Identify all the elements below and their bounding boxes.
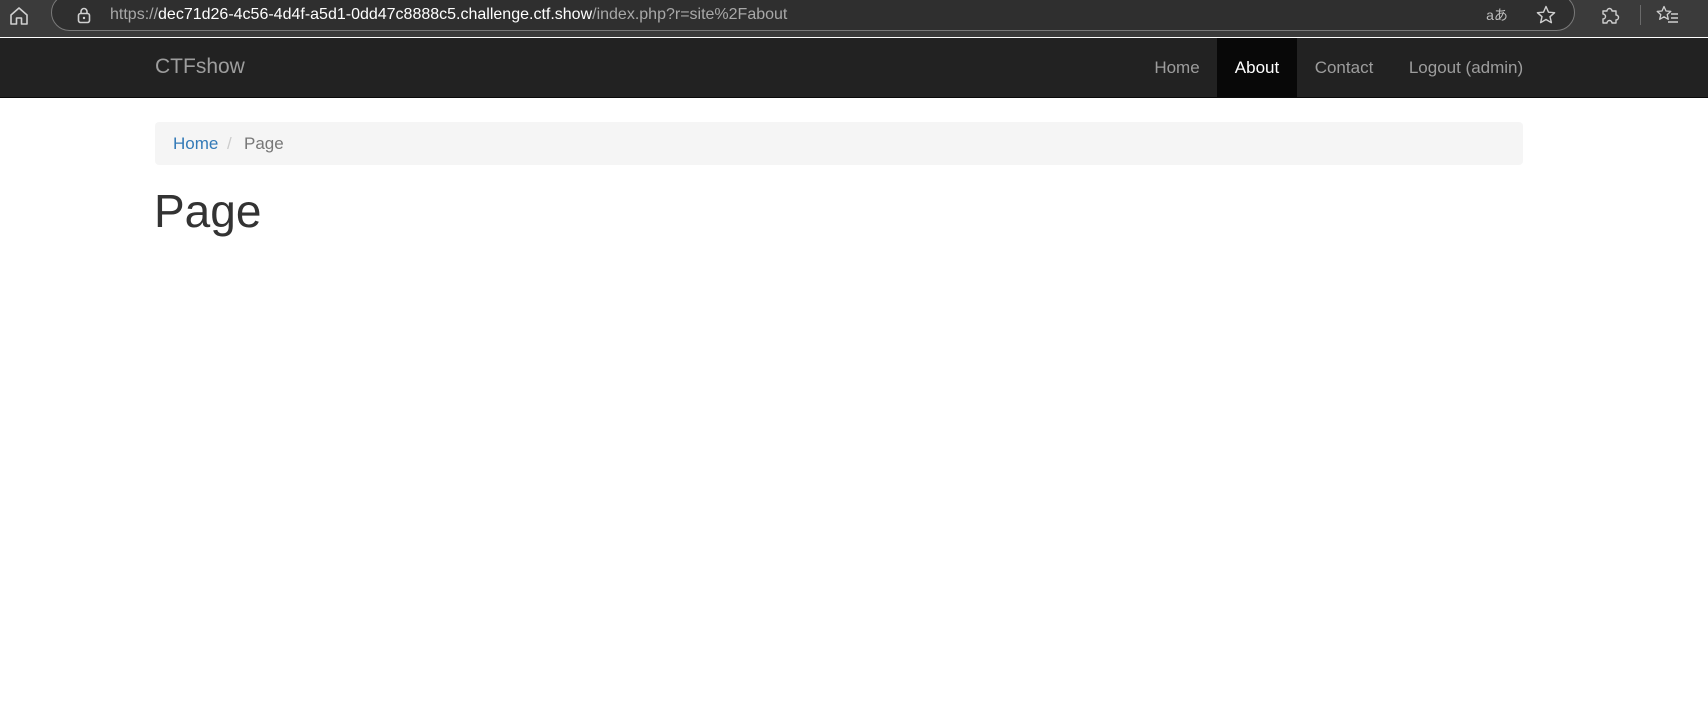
address-bar[interactable]: https://dec71d26-4c56-4d4f-a5d1-0dd47c88… (51, 0, 1575, 31)
breadcrumb-separator: / (227, 134, 232, 153)
translate-icon[interactable]: aあ (1484, 3, 1510, 27)
lock-icon[interactable] (75, 6, 93, 24)
home-icon[interactable] (4, 2, 34, 30)
page-title: Page (154, 185, 262, 237)
star-icon[interactable] (1533, 3, 1559, 27)
nav-about[interactable]: About (1217, 38, 1297, 97)
nav-home[interactable]: Home (1138, 38, 1216, 97)
url-scheme: https:// (110, 6, 159, 23)
brand-link[interactable]: CTFshow (155, 55, 245, 79)
browser-toolbar: https://dec71d26-4c56-4d4f-a5d1-0dd47c88… (0, 0, 1708, 37)
url-host: dec71d26-4c56-4d4f-a5d1-0dd47c8888c5.cha… (158, 6, 593, 23)
url-text[interactable]: https://dec71d26-4c56-4d4f-a5d1-0dd47c88… (110, 5, 787, 25)
favorites-icon[interactable] (1654, 3, 1680, 27)
extensions-icon[interactable] (1597, 3, 1623, 27)
breadcrumb-home-link[interactable]: Home (173, 134, 218, 154)
translate-label: aあ (1486, 7, 1508, 23)
nav-contact[interactable]: Contact (1298, 38, 1390, 97)
breadcrumb-current: Page (244, 134, 284, 153)
site-navbar: CTFshow Home About Contact Logout (admin… (0, 38, 1708, 98)
toolbar-divider (1640, 5, 1641, 25)
nav-logout[interactable]: Logout (admin) (1391, 38, 1541, 97)
url-path: /index.php?r=site%2Fabout (592, 6, 788, 23)
breadcrumb: Home / Page (155, 122, 1523, 165)
